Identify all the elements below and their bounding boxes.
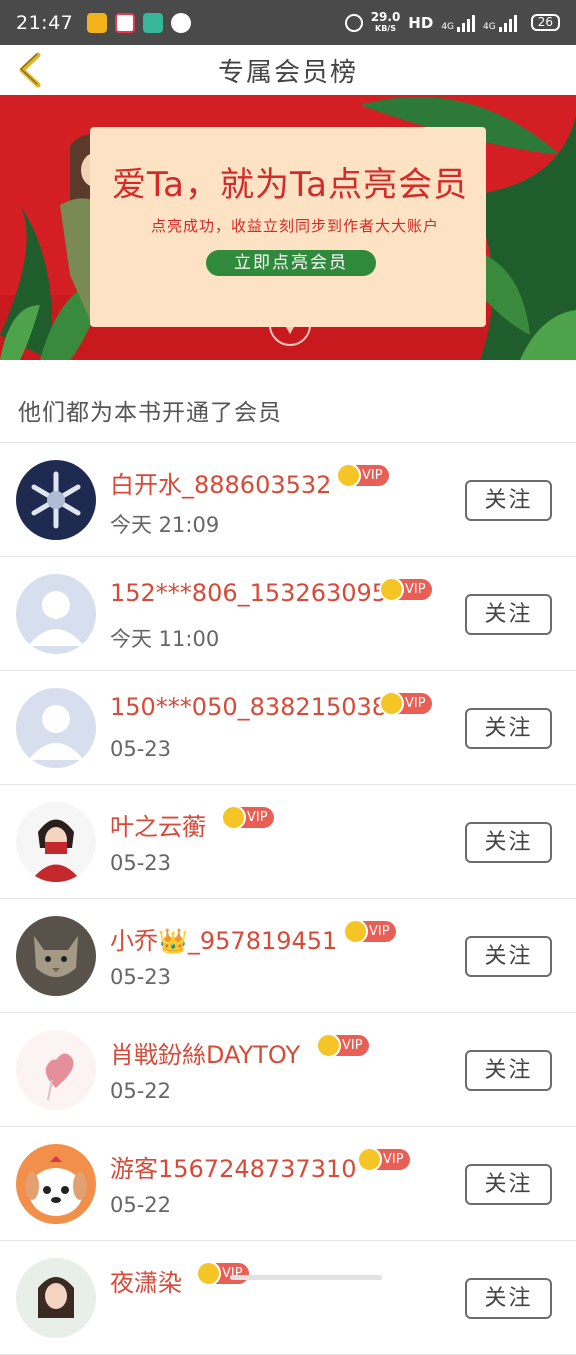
hd-icon: HD xyxy=(408,13,434,32)
list-item[interactable]: 叶之云蘅 VIP 05-23 关注 xyxy=(0,785,576,899)
list-item[interactable]: 肖戦鈖絲DAYTOY VIP 05-22 关注 xyxy=(0,1013,576,1127)
member-name[interactable]: 150***050_838215038 xyxy=(110,693,387,721)
battery-icon: 26 xyxy=(530,14,560,31)
banner-subtitle: 点亮成功，收益立刻同步到作者大大账户 xyxy=(150,217,439,235)
member-time: 05-23 xyxy=(110,851,172,875)
default-avatar[interactable] xyxy=(16,688,96,768)
member-time: 05-22 xyxy=(110,1193,172,1217)
member-list: 白开水_888603532 VIP 今天 21:09 关注 152***806_… xyxy=(0,443,576,1355)
follow-button[interactable]: 关注 xyxy=(465,1278,552,1319)
vip-label: VIP xyxy=(342,1038,363,1053)
member-name[interactable]: 小乔👑_957819451 xyxy=(110,921,337,956)
status-time: 21:47 xyxy=(16,11,74,34)
vip-label: VIP xyxy=(383,1152,404,1167)
app-notification-icon xyxy=(87,12,108,33)
follow-button[interactable]: 关注 xyxy=(465,480,552,521)
vip-badge: VIP xyxy=(379,577,432,602)
promo-banner[interactable]: 爱Ta，就为Ta点亮会员 点亮成功，收益立刻同步到作者大大账户 立即点亮会员 xyxy=(0,95,576,360)
vip-label: VIP xyxy=(247,810,268,825)
vip-badge: VIP xyxy=(336,463,389,488)
crown-icon xyxy=(316,1033,341,1058)
member-name[interactable]: 白开水_888603532 xyxy=(110,465,331,500)
speed-value: 29.0 xyxy=(370,9,401,24)
video-app-icon xyxy=(115,12,136,33)
member-name[interactable]: 游客1567248737310 xyxy=(110,1149,357,1184)
vip-label: VIP xyxy=(405,582,426,597)
loading-bar xyxy=(230,1275,382,1280)
network-type-2: 4G xyxy=(483,21,496,32)
follow-button[interactable]: 关注 xyxy=(465,1050,552,1091)
vip-badge: VIP xyxy=(316,1033,369,1058)
member-name[interactable]: 叶之云蘅 xyxy=(110,807,206,842)
crown-icon xyxy=(196,1261,221,1286)
list-item[interactable]: 夜潇染 VIP 关注 xyxy=(0,1241,576,1355)
network-type-1: 4G xyxy=(441,21,455,32)
banner-title: 爱Ta，就为Ta点亮会员 xyxy=(112,165,468,205)
vip-badge: VIP xyxy=(343,919,396,944)
follow-button[interactable]: 关注 xyxy=(465,1164,552,1205)
alarm-icon xyxy=(344,13,363,32)
vip-badge: VIP xyxy=(221,805,274,830)
update-app-icon xyxy=(143,12,164,33)
member-name[interactable]: 肖戦鈖絲DAYTOY xyxy=(110,1035,300,1070)
crown-icon xyxy=(336,463,361,488)
vip-label: VIP xyxy=(369,924,390,939)
location-app-icon xyxy=(171,12,192,33)
member-name[interactable]: 夜潇染 xyxy=(110,1263,182,1298)
vip-badge: VIP xyxy=(196,1261,249,1286)
vip-label: VIP xyxy=(362,468,383,483)
vip-label: VIP xyxy=(405,696,426,711)
vip-badge: VIP xyxy=(379,691,432,716)
page-title: 专属会员榜 xyxy=(217,57,358,88)
network-speed: 29.0 KB/S xyxy=(370,9,401,34)
member-time: 05-23 xyxy=(110,737,172,761)
signal-icon-1: 4G xyxy=(441,14,476,32)
crown-icon xyxy=(379,577,404,602)
follow-button[interactable]: 关注 xyxy=(465,708,552,749)
girl-avatar[interactable] xyxy=(16,802,96,882)
status-indicators: 29.0 KB/S HD 4G 4G 26 xyxy=(344,9,560,34)
list-item[interactable]: 小乔👑_957819451 VIP 05-23 关注 xyxy=(0,899,576,1013)
snowflake-avatar[interactable] xyxy=(16,460,96,540)
default-avatar[interactable] xyxy=(16,574,96,654)
list-item[interactable]: 152***806_153263095 VIP 今天 11:00 关注 xyxy=(0,557,576,671)
crown-icon xyxy=(357,1147,382,1172)
signal-icon-2: 4G xyxy=(483,14,517,32)
back-arrow-icon[interactable] xyxy=(12,50,48,90)
header: 专属会员榜 xyxy=(0,45,576,95)
member-time: 05-23 xyxy=(110,965,172,989)
girl-avatar-2[interactable] xyxy=(16,1258,96,1338)
status-bar: 21:47 29.0 KB/S HD 4G 4G 26 xyxy=(0,0,576,45)
follow-button[interactable]: 关注 xyxy=(465,936,552,977)
heart-avatar[interactable] xyxy=(16,1030,96,1110)
vip-badge: VIP xyxy=(357,1147,410,1172)
puppy-avatar[interactable] xyxy=(16,1144,96,1224)
member-time: 今天 21:09 xyxy=(110,513,220,537)
crown-icon xyxy=(379,691,404,716)
cat-avatar[interactable] xyxy=(16,916,96,996)
list-item[interactable]: 游客1567248737310 VIP 05-22 关注 xyxy=(0,1127,576,1241)
member-time: 05-22 xyxy=(110,1079,172,1103)
crown-icon xyxy=(343,919,368,944)
speed-unit: KB/S xyxy=(375,23,396,33)
follow-button[interactable]: 关注 xyxy=(465,594,552,635)
list-item[interactable]: 150***050_838215038 VIP 05-23 关注 xyxy=(0,671,576,785)
follow-button[interactable]: 关注 xyxy=(465,822,552,863)
member-time: 今天 11:00 xyxy=(110,627,220,651)
crown-icon xyxy=(221,805,246,830)
notification-icons xyxy=(87,12,192,33)
list-item[interactable]: 白开水_888603532 VIP 今天 21:09 关注 xyxy=(0,443,576,557)
member-name[interactable]: 152***806_153263095 xyxy=(110,579,387,607)
light-up-vip-button[interactable]: 立即点亮会员 xyxy=(206,250,376,276)
section-title: 他们都为本书开通了会员 xyxy=(18,400,282,426)
